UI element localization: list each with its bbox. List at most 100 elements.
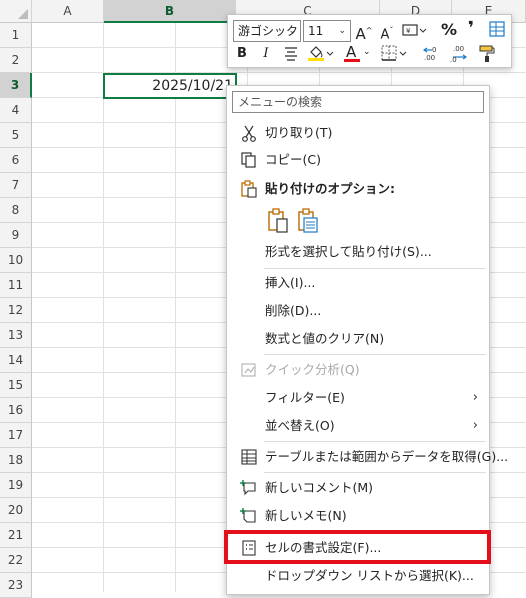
menu-separator (264, 441, 486, 442)
row-header-7[interactable]: 7 (0, 173, 32, 198)
borders-button[interactable] (380, 43, 408, 63)
comma-style-button[interactable]: ❜ (464, 19, 478, 39)
menu-item-new-note[interactable]: 新しいメモ(N) (228, 503, 488, 529)
row-header-12[interactable]: 12 (0, 298, 32, 323)
fill-bucket-icon (308, 46, 334, 61)
row-header-22[interactable]: 22 (0, 548, 32, 573)
mini-toolbar: 游ゴシック ⌄ 11 ⌄ A^ Aˇ ¥ % ❜ B I A ⌄ .00 0 .0… (227, 14, 512, 68)
font-size-dropdown[interactable]: 11 ⌄ (303, 20, 351, 42)
row-header-15[interactable]: 15 (0, 373, 32, 398)
column-header-a[interactable]: A (32, 0, 104, 23)
row-header-23[interactable]: 23 (0, 573, 32, 598)
font-size-value: 11 (308, 24, 324, 38)
decrease-font-size-button[interactable]: Aˇ (378, 21, 396, 42)
column-header-b[interactable]: B (104, 0, 236, 23)
row-header-18[interactable]: 18 (0, 448, 32, 473)
menu-item-clear-contents[interactable]: 数式と値のクリア(N) (228, 326, 488, 352)
row-header-3[interactable]: 3 (0, 73, 32, 98)
menu-separator (264, 268, 486, 269)
font-color-button[interactable]: A ⌄ (342, 42, 371, 62)
row-header-10[interactable]: 10 (0, 248, 32, 273)
paste-values-icon (298, 208, 318, 233)
svg-text:¥: ¥ (406, 27, 411, 35)
select-all-button[interactable] (0, 0, 32, 23)
percent-style-button[interactable]: % (440, 20, 458, 40)
menu-item-paste-options: 貼り付けのオプション: (228, 176, 488, 202)
menu-item-label: クイック分析(Q) (265, 362, 360, 377)
new-note-icon (240, 508, 256, 523)
row-header-4[interactable]: 4 (0, 98, 32, 123)
scissors-icon (242, 125, 256, 142)
clipboard-icon (241, 180, 257, 198)
menu-item-filter[interactable]: フィルター(E) › (228, 385, 488, 411)
menu-item-label: コピー(C) (265, 152, 321, 167)
paste-button[interactable] (267, 208, 288, 233)
menu-item-label: ドロップダウン リストから選択(K)... (265, 568, 474, 583)
menu-item-sort[interactable]: 並べ替え(O) › (228, 413, 488, 439)
chevron-right-icon: › (472, 418, 478, 433)
active-cell-b3[interactable]: 2025/10/21 (103, 73, 237, 99)
svg-text:.00: .00 (453, 45, 464, 53)
menu-item-label: 新しいメモ(N) (265, 508, 347, 523)
row-header-21[interactable]: 21 (0, 523, 32, 548)
menu-item-new-comment[interactable]: 新しいコメント(M) (228, 475, 488, 501)
row-header-20[interactable]: 20 (0, 498, 32, 523)
paste-values-button[interactable] (297, 208, 318, 233)
increase-decimal-button[interactable]: .00 0 (422, 43, 443, 63)
row-header-6[interactable]: 6 (0, 148, 32, 173)
menu-item-label: テーブルまたは範囲からデータを取得(G)... (265, 449, 509, 464)
font-name-dropdown[interactable]: 游ゴシック ⌄ (233, 20, 301, 42)
row-header-5[interactable]: 5 (0, 123, 32, 148)
format-table-button[interactable] (488, 20, 506, 40)
number-format-button[interactable]: ¥ (400, 21, 428, 41)
chevron-down-icon: ⌄ (363, 47, 371, 57)
menu-item-label: 挿入(I)... (265, 275, 316, 290)
menu-item-get-data[interactable]: テーブルまたは範囲からデータを取得(G)... (228, 444, 508, 470)
chevron-down-icon: ⌄ (338, 26, 346, 36)
increase-font-size-button[interactable]: A^ (355, 21, 373, 43)
menu-item-cut[interactable]: 切り取り(T) (228, 120, 488, 146)
row-header-8[interactable]: 8 (0, 198, 32, 223)
align-center-button[interactable] (281, 44, 301, 64)
menu-search-input[interactable]: メニューの検索 (232, 91, 484, 113)
copy-icon (241, 152, 256, 168)
row-header-1[interactable]: 1 (0, 23, 32, 48)
menu-item-delete[interactable]: 削除(D)... (228, 298, 488, 324)
italic-button[interactable]: I (259, 44, 273, 64)
new-comment-icon (240, 480, 256, 496)
menu-item-label: 削除(D)... (265, 303, 322, 318)
menu-item-label: 数式と値のクリア(N) (265, 331, 385, 346)
font-color-swatch (344, 59, 360, 62)
row-header-13[interactable]: 13 (0, 323, 32, 348)
menu-separator (264, 354, 486, 355)
menu-item-label: 形式を選択して貼り付け(S)... (265, 244, 432, 259)
menu-item-label: 貼り付けのオプション: (265, 181, 395, 196)
borders-icon (381, 45, 407, 61)
bold-button[interactable]: B (235, 44, 249, 64)
menu-item-label: 並べ替え(O) (265, 418, 335, 433)
format-painter-button[interactable] (477, 43, 497, 63)
menu-item-copy[interactable]: コピー(C) (228, 147, 488, 173)
table-icon (241, 449, 257, 465)
menu-item-label: 新しいコメント(M) (265, 480, 374, 495)
align-center-icon (285, 47, 297, 61)
menu-item-paste-special[interactable]: 形式を選択して貼り付け(S)... (228, 239, 488, 265)
menu-item-insert[interactable]: 挿入(I)... (228, 270, 488, 296)
decrease-decimal-icon: .00.0 (450, 45, 468, 64)
fill-color-button[interactable] (306, 43, 334, 63)
row-header-9[interactable]: 9 (0, 223, 32, 248)
menu-item-label: 切り取り(T) (265, 125, 333, 140)
format-painter-icon (479, 45, 495, 62)
menu-separator (264, 472, 486, 473)
decrease-decimal-button[interactable]: .00.0 (449, 43, 469, 64)
cell-value: 2025/10/21 (152, 78, 233, 94)
row-header-11[interactable]: 11 (0, 273, 32, 298)
row-header-16[interactable]: 16 (0, 398, 32, 423)
row-header-17[interactable]: 17 (0, 423, 32, 448)
row-header-19[interactable]: 19 (0, 473, 32, 498)
chevron-down-icon: ⌄ (288, 26, 296, 36)
menu-item-pick-from-list[interactable]: ドロップダウン リストから選択(K)... (228, 563, 488, 589)
row-header-14[interactable]: 14 (0, 348, 32, 373)
row-header-2[interactable]: 2 (0, 48, 32, 73)
increase-decimal-icon: .000 (422, 46, 436, 62)
